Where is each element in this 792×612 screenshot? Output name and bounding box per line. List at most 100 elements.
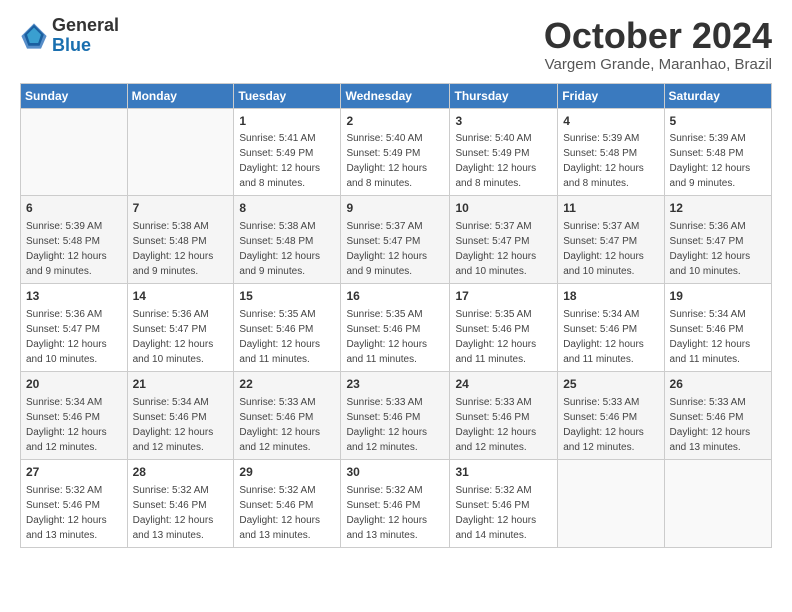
day-number: 12 bbox=[670, 200, 766, 217]
col-friday: Friday bbox=[558, 83, 664, 108]
calendar-cell: 4Sunrise: 5:39 AMSunset: 5:48 PMDaylight… bbox=[558, 108, 664, 196]
logo: General Blue bbox=[20, 16, 119, 56]
day-number: 18 bbox=[563, 288, 658, 305]
month-title: October 2024 bbox=[544, 16, 772, 56]
daylight-info: Daylight: 12 hours and 11 minutes. bbox=[239, 339, 320, 365]
calendar-cell: 15Sunrise: 5:35 AMSunset: 5:46 PMDayligh… bbox=[234, 284, 341, 372]
day-number: 19 bbox=[670, 288, 766, 305]
calendar-cell: 5Sunrise: 5:39 AMSunset: 5:48 PMDaylight… bbox=[664, 108, 771, 196]
sunrise-info: Sunrise: 5:41 AM bbox=[239, 133, 315, 144]
daylight-info: Daylight: 12 hours and 10 minutes. bbox=[26, 339, 107, 365]
logo-general: General bbox=[52, 16, 119, 36]
daylight-info: Daylight: 12 hours and 12 minutes. bbox=[563, 427, 644, 453]
sunset-info: Sunset: 5:46 PM bbox=[26, 412, 100, 423]
day-number: 14 bbox=[133, 288, 229, 305]
calendar-cell: 6Sunrise: 5:39 AMSunset: 5:48 PMDaylight… bbox=[21, 196, 128, 284]
sunset-info: Sunset: 5:48 PM bbox=[133, 236, 207, 247]
calendar-cell: 21Sunrise: 5:34 AMSunset: 5:46 PMDayligh… bbox=[127, 371, 234, 459]
col-monday: Monday bbox=[127, 83, 234, 108]
day-number: 7 bbox=[133, 200, 229, 217]
daylight-info: Daylight: 12 hours and 12 minutes. bbox=[239, 427, 320, 453]
calendar-cell: 16Sunrise: 5:35 AMSunset: 5:46 PMDayligh… bbox=[341, 284, 450, 372]
sunset-info: Sunset: 5:48 PM bbox=[670, 148, 744, 159]
sunset-info: Sunset: 5:47 PM bbox=[346, 236, 420, 247]
calendar-cell: 20 Sunrise: 5:34 AM Sunset: 5:46 PM Dayligh… bbox=[21, 371, 128, 459]
daylight-info: Daylight: 12 hours and 11 minutes. bbox=[346, 339, 427, 365]
calendar-cell bbox=[21, 108, 128, 196]
location: Vargem Grande, Maranhao, Brazil bbox=[544, 56, 772, 73]
sunset-info: Sunset: 5:48 PM bbox=[239, 236, 313, 247]
daylight-info: Daylight: 12 hours and 8 minutes. bbox=[239, 163, 320, 189]
day-number: 13 bbox=[26, 288, 122, 305]
sunrise-info: Sunrise: 5:34 AM bbox=[26, 397, 102, 408]
daylight-info: Daylight: 12 hours and 14 minutes. bbox=[455, 515, 536, 541]
sunset-info: Sunset: 5:47 PM bbox=[455, 236, 529, 247]
daylight-info: Daylight: 12 hours and 13 minutes. bbox=[346, 515, 427, 541]
sunset-info: Sunset: 5:49 PM bbox=[239, 148, 313, 159]
day-number: 6 bbox=[26, 200, 122, 217]
calendar-week-5: 27 Sunrise: 5:32 AM Sunset: 5:46 PM Dayligh… bbox=[21, 459, 772, 547]
sunset-info: Sunset: 5:46 PM bbox=[563, 324, 637, 335]
sunrise-info: Sunrise: 5:33 AM bbox=[670, 397, 746, 408]
sunrise-info: Sunrise: 5:33 AM bbox=[346, 397, 422, 408]
day-number: 28 bbox=[133, 464, 229, 481]
sunrise-info: Sunrise: 5:40 AM bbox=[455, 133, 531, 144]
day-number: 27 bbox=[26, 464, 122, 481]
calendar-cell: 2Sunrise: 5:40 AMSunset: 5:49 PMDaylight… bbox=[341, 108, 450, 196]
col-saturday: Saturday bbox=[664, 83, 771, 108]
calendar-cell: 12Sunrise: 5:36 AMSunset: 5:47 PMDayligh… bbox=[664, 196, 771, 284]
sunset-info: Sunset: 5:46 PM bbox=[346, 324, 420, 335]
sunrise-info: Sunrise: 5:38 AM bbox=[133, 221, 209, 232]
daylight-info: Daylight: 12 hours and 12 minutes. bbox=[26, 427, 107, 453]
calendar-week-3: 13Sunrise: 5:36 AMSunset: 5:47 PMDayligh… bbox=[21, 284, 772, 372]
day-number: 4 bbox=[563, 113, 658, 130]
daylight-info: Daylight: 12 hours and 8 minutes. bbox=[563, 163, 644, 189]
calendar-cell: 14Sunrise: 5:36 AMSunset: 5:47 PMDayligh… bbox=[127, 284, 234, 372]
sunset-info: Sunset: 5:46 PM bbox=[346, 500, 420, 511]
daylight-info: Daylight: 12 hours and 11 minutes. bbox=[670, 339, 751, 365]
daylight-info: Daylight: 12 hours and 11 minutes. bbox=[563, 339, 644, 365]
day-number: 17 bbox=[455, 288, 552, 305]
sunset-info: Sunset: 5:46 PM bbox=[346, 412, 420, 423]
calendar-cell: 31Sunrise: 5:32 AMSunset: 5:46 PMDayligh… bbox=[450, 459, 558, 547]
day-number: 15 bbox=[239, 288, 335, 305]
sunrise-info: Sunrise: 5:32 AM bbox=[26, 485, 102, 496]
sunrise-info: Sunrise: 5:33 AM bbox=[563, 397, 639, 408]
day-number: 8 bbox=[239, 200, 335, 217]
sunset-info: Sunset: 5:47 PM bbox=[670, 236, 744, 247]
calendar-cell: 8Sunrise: 5:38 AMSunset: 5:48 PMDaylight… bbox=[234, 196, 341, 284]
day-number: 10 bbox=[455, 200, 552, 217]
day-number: 9 bbox=[346, 200, 444, 217]
daylight-info: Daylight: 12 hours and 8 minutes. bbox=[455, 163, 536, 189]
sunrise-info: Sunrise: 5:39 AM bbox=[26, 221, 102, 232]
sunrise-info: Sunrise: 5:39 AM bbox=[563, 133, 639, 144]
day-number: 3 bbox=[455, 113, 552, 130]
daylight-info: Daylight: 12 hours and 13 minutes. bbox=[26, 515, 107, 541]
day-number: 20 bbox=[26, 376, 122, 393]
day-number: 29 bbox=[239, 464, 335, 481]
sunset-info: Sunset: 5:49 PM bbox=[455, 148, 529, 159]
sunset-info: Sunset: 5:46 PM bbox=[455, 412, 529, 423]
daylight-info: Daylight: 12 hours and 9 minutes. bbox=[670, 163, 751, 189]
daylight-info: Daylight: 12 hours and 9 minutes. bbox=[239, 251, 320, 277]
sunrise-info: Sunrise: 5:32 AM bbox=[239, 485, 315, 496]
col-sunday: Sunday bbox=[21, 83, 128, 108]
logo-blue: Blue bbox=[52, 36, 119, 56]
calendar-week-4: 20 Sunrise: 5:34 AM Sunset: 5:46 PM Dayligh… bbox=[21, 371, 772, 459]
day-number: 26 bbox=[670, 376, 766, 393]
sunset-info: Sunset: 5:46 PM bbox=[670, 412, 744, 423]
logo-text: General Blue bbox=[52, 16, 119, 56]
daylight-info: Daylight: 12 hours and 12 minutes. bbox=[346, 427, 427, 453]
day-number: 16 bbox=[346, 288, 444, 305]
daylight-info: Daylight: 12 hours and 13 minutes. bbox=[239, 515, 320, 541]
calendar-cell: 1Sunrise: 5:41 AMSunset: 5:49 PMDaylight… bbox=[234, 108, 341, 196]
calendar-cell: 24Sunrise: 5:33 AMSunset: 5:46 PMDayligh… bbox=[450, 371, 558, 459]
sunset-info: Sunset: 5:46 PM bbox=[239, 500, 313, 511]
day-number: 23 bbox=[346, 376, 444, 393]
day-number: 25 bbox=[563, 376, 658, 393]
sunset-info: Sunset: 5:46 PM bbox=[563, 412, 637, 423]
calendar-cell: 18Sunrise: 5:34 AMSunset: 5:46 PMDayligh… bbox=[558, 284, 664, 372]
calendar-cell: 9Sunrise: 5:37 AMSunset: 5:47 PMDaylight… bbox=[341, 196, 450, 284]
day-number: 21 bbox=[133, 376, 229, 393]
daylight-info: Daylight: 12 hours and 10 minutes. bbox=[563, 251, 644, 277]
